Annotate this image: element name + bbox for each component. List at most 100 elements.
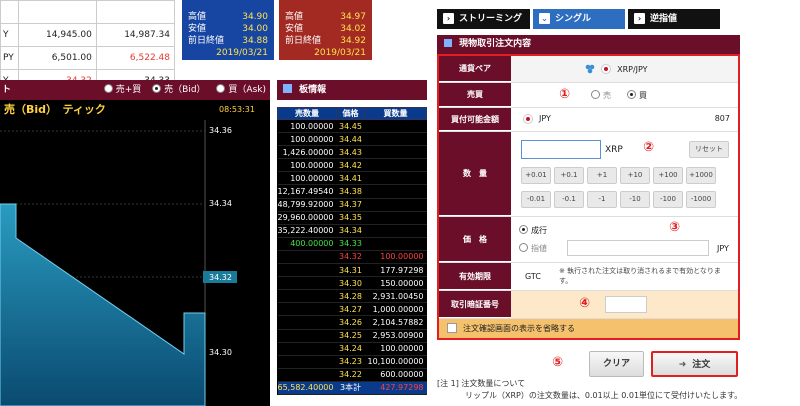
board-bid-row[interactable]: 34.22 600.00000 [277, 368, 427, 382]
current-price-label: 34.32 [209, 273, 232, 282]
chart-option-bid[interactable]: 売（Bid） [152, 84, 206, 95]
board-ask-row[interactable]: 12,167.49540 34.38 [277, 184, 427, 199]
board-buy-qty: 150.00000 [364, 276, 427, 291]
board-ask-row[interactable]: 1,426.00000 34.43 [277, 145, 427, 160]
board-price: 34.33 [336, 237, 365, 251]
tick-chart: 売（Bid） ティック 08:53:31 34.36 34.34 34.32 3… [0, 100, 270, 406]
board-ask-row[interactable]: 100.00000 34.42 [277, 158, 427, 173]
pin-input[interactable] [605, 296, 647, 313]
tab-streaming[interactable]: › ストリーミング [437, 9, 530, 29]
board-ask-row[interactable]: 100.00000 34.44 [277, 132, 427, 147]
board-total-row: 65,582.40000 3本計 427.97298 [277, 381, 427, 395]
board-sell-qty [277, 302, 337, 317]
board-ask-row[interactable]: 29,960.00000 34.35 [277, 211, 427, 225]
qty-step-button[interactable]: -10 [620, 191, 650, 208]
label-validity: 有効期限 [439, 263, 511, 290]
row-side: 売買 ① 売 買 [439, 83, 738, 108]
rates-row [0, 0, 176, 24]
board-bid-row[interactable]: 34.24 100.00000 [277, 342, 427, 356]
summary-value: 34.88 [242, 36, 268, 46]
marker-3: ③ [669, 220, 681, 235]
board-bid-row[interactable]: 34.27 1,000.00000 [277, 302, 427, 317]
qty-step-button[interactable]: +1000 [686, 167, 716, 184]
board-bid-row[interactable]: 34.25 2,953.00900 [277, 329, 427, 343]
tick-area [0, 203, 206, 406]
side-sell-option[interactable]: 売 [591, 90, 611, 101]
board-price: 34.28 [336, 289, 365, 304]
qty-step-button[interactable]: +1 [587, 167, 617, 184]
board-bid-row[interactable]: 34.32 100.00000 [277, 250, 427, 265]
board-price: 34.22 [336, 368, 365, 382]
board-price: 34.43 [336, 145, 365, 160]
qty-step-button[interactable]: +100 [653, 167, 683, 184]
chart-header-title: ト [2, 85, 12, 95]
board-buy-qty [364, 119, 427, 134]
tab-stop-order[interactable]: › 逆指値 [628, 9, 720, 29]
board-bid-row[interactable]: 34.28 2,931.00450 [277, 289, 427, 304]
marker-2: ② [643, 140, 655, 155]
board-sell-qty [277, 355, 337, 369]
skip-confirm-checkbox[interactable] [447, 323, 457, 333]
radio-icon [216, 84, 226, 93]
board-price: 34.42 [336, 158, 365, 173]
board-price: 34.45 [336, 119, 365, 134]
bid-summary-box: 高値 34.90 安値 34.00 前日終値 34.88 2019/03/21 [182, 0, 274, 60]
ask-date: 2019/03/21 [314, 48, 366, 58]
row-available: 買付可能金額 JPY 807 [439, 108, 738, 132]
board-price: 34.35 [336, 211, 365, 225]
order-header: 現物取引注文内容 [437, 35, 740, 54]
qty-step-button[interactable]: +0.1 [554, 167, 584, 184]
board-bid-row[interactable]: 34.31 177.97298 [277, 263, 427, 278]
quantity-input[interactable] [521, 140, 601, 159]
board-sell-qty [277, 289, 337, 304]
board-header: 板情報 [277, 80, 427, 100]
board-ask-row[interactable]: 100.00000 34.41 [277, 171, 427, 186]
price-limit-option[interactable]: 指値 [519, 243, 547, 254]
summary-label: 前日終値 [188, 36, 225, 46]
rates-label [0, 0, 19, 24]
board-sell-qty [277, 276, 337, 291]
chart-time: 08:53:31 [219, 105, 255, 114]
board-buy-qty [364, 184, 427, 199]
side-buy-option[interactable]: 買 [627, 90, 647, 101]
chart-option-both[interactable]: 売+買 [103, 84, 141, 95]
qty-step-button[interactable]: +0.01 [521, 167, 551, 184]
clear-button[interactable]: クリア [589, 351, 644, 377]
validity-note: ※ 執行された注文は取り消されるまで有効となります。 [559, 267, 721, 285]
price-label: 34.36 [209, 126, 232, 135]
board-bid-row[interactable]: 34.26 2,104.57882 [277, 315, 427, 330]
board-ask-row[interactable]: 100.00000 34.45 [277, 119, 427, 134]
board-col-price: 価格 [335, 107, 365, 120]
board-bid-row[interactable]: 34.30 150.00000 [277, 276, 427, 291]
qty-step-button[interactable]: +10 [620, 167, 650, 184]
rates-value: 6,522.48 [95, 46, 176, 70]
summary-label: 前日終値 [285, 36, 322, 46]
note-line-1: [注 1] 注文数量について [437, 379, 526, 388]
limit-price-input[interactable] [567, 240, 709, 256]
qty-step-button[interactable]: -0.01 [521, 191, 551, 208]
board-price: 34.25 [336, 329, 365, 343]
radio-icon [591, 90, 600, 99]
row-validity: 有効期限 GTC ※ 執行された注文は取り消されるまで有効となります。 [439, 263, 738, 291]
xrp-icon [585, 64, 595, 74]
board-bid-row[interactable]: 34.23 10,100.00000 [277, 355, 427, 369]
quantity-unit: XRP [605, 145, 623, 155]
board-ask-row[interactable]: 48,799.92000 34.37 [277, 198, 427, 212]
order-form: 通貨ペア XRP/JPY 売買 ① 売 買 買付可能金額 JPY 807 数 量 [437, 54, 740, 340]
qty-step-button[interactable]: -0.1 [554, 191, 584, 208]
chevron-down-icon: ⌄ [539, 13, 550, 24]
row-skip-confirm: 注文確認画面の表示を省略する [439, 319, 738, 338]
reset-button[interactable]: リセット [689, 141, 729, 158]
summary-label: 安値 [188, 24, 207, 34]
rates-value: 6,501.00 [17, 46, 97, 70]
chart-option-ask[interactable]: 買（Ask) [216, 84, 266, 95]
board-sell-qty [277, 329, 337, 343]
price-market-option[interactable]: 成行 [519, 225, 547, 236]
tab-single[interactable]: ⌄ シングル [533, 9, 625, 29]
qty-step-button[interactable]: -1000 [686, 191, 716, 208]
qty-step-button[interactable]: -1 [587, 191, 617, 208]
board-ask-row[interactable]: 400.00000 34.33 [277, 237, 427, 251]
board-ask-row[interactable]: 35,222.40000 34.34 [277, 224, 427, 238]
order-button[interactable]: ➜ 注文 [651, 351, 738, 377]
qty-step-button[interactable]: -100 [653, 191, 683, 208]
